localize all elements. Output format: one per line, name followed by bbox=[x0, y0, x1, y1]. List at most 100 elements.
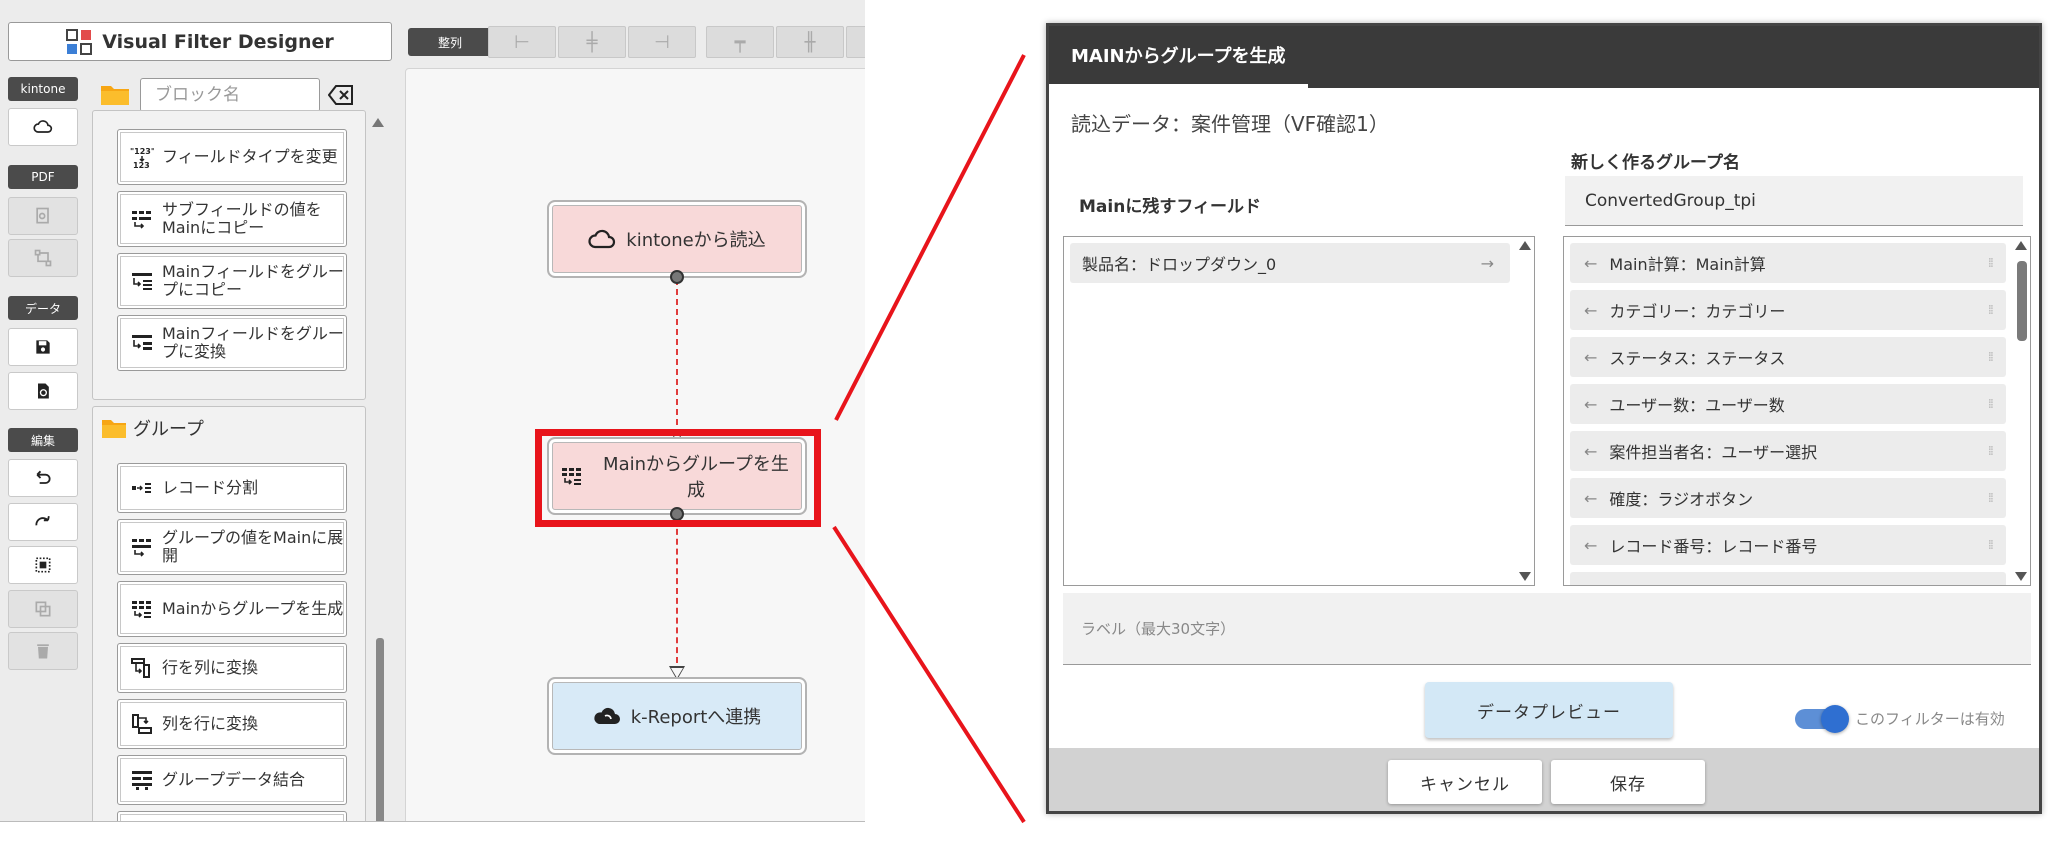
block-copy-subfield-to-main[interactable]: サブフィールドの値をMainにコピー bbox=[117, 191, 347, 247]
block-record-split[interactable]: レコード分割 bbox=[117, 463, 347, 513]
filter-enabled-toggle[interactable] bbox=[1795, 705, 1849, 733]
drag-handle-icon[interactable]: ⁞⁞ bbox=[1988, 491, 1994, 506]
scroll-down-icon[interactable] bbox=[2015, 572, 2027, 581]
block-column-to-row[interactable]: 列を行に変換 bbox=[117, 699, 347, 749]
node-label: kintoneから読込 bbox=[626, 230, 766, 251]
scroll-up-icon[interactable] bbox=[372, 118, 384, 127]
toggle-knob[interactable] bbox=[1821, 705, 1849, 733]
data-preview-button[interactable]: データプレビュー bbox=[1425, 682, 1673, 738]
scroll-up-icon[interactable] bbox=[2015, 241, 2027, 250]
pdf-preview-button[interactable] bbox=[8, 197, 78, 235]
backspace-clear-icon[interactable] bbox=[328, 84, 354, 106]
select-all-icon bbox=[35, 557, 51, 573]
scroll-thumb[interactable] bbox=[376, 638, 384, 821]
node-kintone-read[interactable]: kintoneから読込 bbox=[547, 200, 807, 278]
layout-nodes-icon bbox=[34, 249, 52, 267]
group-expand-icon bbox=[132, 539, 151, 557]
cancel-button[interactable]: キャンセル bbox=[1388, 760, 1542, 804]
palette-panel-fields: "123" 123 フィールドタイプを変更 サブフィールドの値をMainにコピー … bbox=[92, 110, 366, 400]
align-bottom-button[interactable] bbox=[846, 26, 865, 58]
delete-button[interactable] bbox=[8, 632, 78, 670]
field-name: 確度：ラジオボタン bbox=[1609, 490, 1754, 509]
svg-text:"123": "123" bbox=[130, 147, 154, 156]
drag-handle-icon[interactable]: ⁞⁞ bbox=[1988, 256, 1994, 271]
list-item[interactable]: 製品名：ドロップダウン_0 → bbox=[1070, 243, 1510, 283]
align-top-button[interactable]: ┯ bbox=[706, 26, 774, 58]
arrow-left-icon[interactable]: ← bbox=[1584, 489, 1597, 508]
field-type-icon: "123" 123 bbox=[130, 147, 154, 169]
block-row-to-column[interactable]: 行を列に変換 bbox=[117, 643, 347, 693]
arrow-left-icon[interactable]: ← bbox=[1584, 348, 1597, 367]
block-label: Mainフィールドをグループに変換 bbox=[162, 323, 344, 361]
redo-button[interactable] bbox=[8, 503, 78, 541]
undo-button[interactable] bbox=[8, 459, 78, 497]
sidebar-data-label: データ bbox=[8, 296, 78, 320]
list-item[interactable]: ← カテゴリー：カテゴリー ⁞⁞ bbox=[1570, 290, 2006, 330]
block-partial[interactable] bbox=[117, 811, 347, 821]
palette-scrollbar[interactable] bbox=[372, 118, 386, 821]
block-expand-group-to-main[interactable]: グループの値をMainに展開 bbox=[117, 519, 347, 575]
drag-handle-icon[interactable]: ⁞⁞ bbox=[1988, 303, 1994, 318]
dialog-footer: キャンセル 保存 bbox=[1049, 748, 2039, 811]
scroll-down-icon[interactable] bbox=[1519, 572, 1531, 581]
block-label: フィールドタイプを変更 bbox=[162, 146, 338, 166]
list-item[interactable]: ← 確度：ラジオボタン ⁞⁞ bbox=[1570, 478, 2006, 518]
list-item[interactable]: ← レコード番号：レコード番号 ⁞⁞ bbox=[1570, 525, 2006, 565]
block-label: レコード分割 bbox=[162, 477, 259, 497]
block-create-group-from-main[interactable]: Mainからグループを生成 bbox=[117, 581, 347, 637]
copy-button[interactable] bbox=[8, 590, 78, 628]
filter-label-input[interactable] bbox=[1063, 593, 2031, 665]
arrow-right-icon[interactable]: → bbox=[1481, 254, 1494, 273]
save-button[interactable]: 保存 bbox=[1551, 760, 1705, 804]
align-middle-button[interactable]: ╫ bbox=[776, 26, 844, 58]
main-fields-label: Mainに残すフィールド bbox=[1079, 197, 1261, 217]
block-label: グループデータ結合 bbox=[162, 769, 306, 789]
drag-handle-icon[interactable]: ⁞⁞ bbox=[1988, 397, 1994, 412]
list-item[interactable]: ← 案件担当者名：ユーザー選択 ⁞⁞ bbox=[1570, 431, 2006, 471]
folder-icon bbox=[102, 420, 126, 438]
arrow-left-icon[interactable]: ← bbox=[1584, 395, 1597, 414]
dialog-header: MAINからグループを生成 bbox=[1049, 26, 2039, 88]
restore-file-icon bbox=[38, 383, 49, 399]
group-fields-list[interactable]: ← Main計算：Main計算 ⁞⁞ ← カテゴリー：カテゴリー ⁞⁞ ← ステ… bbox=[1563, 236, 2031, 586]
block-search-input[interactable] bbox=[140, 78, 320, 112]
save-data-button[interactable] bbox=[8, 328, 78, 366]
list-item[interactable]: ← Main計算：Main計算 ⁞⁞ bbox=[1570, 243, 2006, 283]
block-label: Mainフィールドをグループにコピー bbox=[162, 261, 344, 299]
field-name: 製品名：ドロップダウン_0 bbox=[1082, 255, 1277, 274]
visual-filter-designer-app: Visual Filter Designer 整列 ⊢ ╪ ⊣ ┯ ╫ kint… bbox=[0, 0, 865, 822]
group-name-input[interactable] bbox=[1565, 176, 2023, 226]
align-right-button[interactable]: ⊣ bbox=[628, 26, 696, 58]
select-all-button[interactable] bbox=[8, 546, 78, 584]
node-k-report[interactable]: k-Reportへ連携 bbox=[547, 677, 807, 755]
block-convert-main-to-group[interactable]: Mainフィールドをグループに変換 bbox=[117, 315, 347, 371]
arrow-left-icon[interactable]: ← bbox=[1584, 301, 1597, 320]
scroll-up-icon[interactable] bbox=[1519, 241, 1531, 250]
list-item[interactable]: ← ユーザー数：ユーザー数 ⁞⁞ bbox=[1570, 384, 2006, 424]
arrow-left-icon[interactable]: ← bbox=[1584, 442, 1597, 461]
block-change-field-type[interactable]: "123" 123 フィールドタイプを変更 bbox=[117, 129, 347, 185]
node-output-port[interactable] bbox=[670, 270, 684, 284]
block-group-data-join[interactable]: グループデータ結合 bbox=[117, 755, 347, 805]
align-center-button[interactable]: ╪ bbox=[558, 26, 626, 58]
group-category-title[interactable]: グループ bbox=[101, 415, 204, 441]
block-label: 列を行に変換 bbox=[162, 713, 259, 733]
block-copy-main-to-group[interactable]: Mainフィールドをグループにコピー bbox=[117, 253, 347, 309]
drag-handle-icon[interactable]: ⁞⁞ bbox=[1988, 444, 1994, 459]
drag-handle-icon[interactable]: ⁞⁞ bbox=[1988, 538, 1994, 553]
list-item[interactable]: ← ステータス：ステータス ⁞⁞ bbox=[1570, 337, 2006, 377]
drag-handle-icon[interactable]: ⁞⁞ bbox=[1988, 350, 1994, 365]
cloud-icon bbox=[588, 229, 616, 249]
arrow-left-icon[interactable]: ← bbox=[1584, 254, 1597, 273]
folder-icon bbox=[101, 86, 129, 105]
new-group-name-label: 新しく作るグループ名 bbox=[1571, 153, 1740, 173]
align-left-button[interactable]: ⊢ bbox=[488, 26, 556, 58]
pdf-layout-button[interactable] bbox=[8, 239, 78, 277]
pdf-search-icon bbox=[36, 207, 49, 224]
list-item[interactable] bbox=[1570, 572, 2006, 585]
arrow-left-icon[interactable]: ← bbox=[1584, 536, 1597, 555]
scroll-thumb[interactable] bbox=[2017, 261, 2027, 341]
restore-data-button[interactable] bbox=[8, 372, 78, 410]
main-fields-list[interactable]: 製品名：ドロップダウン_0 → bbox=[1063, 236, 1535, 586]
kintone-cloud-button[interactable] bbox=[8, 108, 78, 146]
